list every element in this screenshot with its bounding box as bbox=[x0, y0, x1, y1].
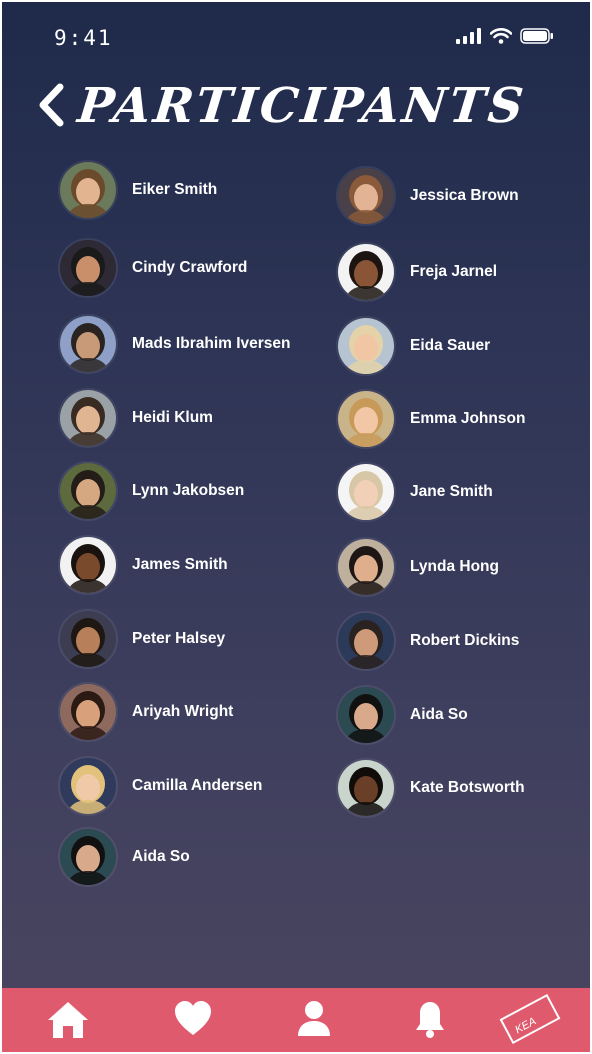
profile-icon[interactable] bbox=[296, 1000, 332, 1038]
participant-name: Robert Dickins bbox=[410, 632, 520, 649]
participant-item[interactable]: Ariyah Wright bbox=[58, 682, 233, 742]
participant-item[interactable]: Aida So bbox=[336, 685, 468, 745]
participant-name: Heidi Klum bbox=[132, 409, 213, 426]
page-title: PARTICIPANTS bbox=[75, 78, 529, 134]
avatar bbox=[58, 535, 118, 595]
participant-item[interactable]: James Smith bbox=[58, 535, 228, 595]
participant-item[interactable]: Robert Dickins bbox=[336, 611, 519, 671]
participant-name: Peter Halsey bbox=[132, 630, 226, 647]
kea-ticket-icon[interactable]: KEA bbox=[498, 994, 562, 1044]
avatar bbox=[58, 756, 118, 816]
bell-icon[interactable] bbox=[414, 1000, 446, 1040]
wifi-icon bbox=[490, 28, 512, 44]
participant-name: Jane Smith bbox=[410, 483, 493, 500]
battery-icon bbox=[520, 28, 553, 44]
participant-item[interactable]: Cindy Crawford bbox=[58, 238, 247, 298]
kea-ticket-label: KEA bbox=[513, 1015, 538, 1036]
participant-name: Kate Botsworth bbox=[410, 779, 525, 796]
heart-icon[interactable] bbox=[174, 1000, 212, 1038]
status-time: 9:41 bbox=[54, 26, 113, 50]
avatar bbox=[336, 166, 396, 226]
participant-name: Eiker Smith bbox=[132, 181, 218, 198]
avatar bbox=[336, 462, 396, 522]
back-chevron-icon[interactable] bbox=[34, 82, 68, 128]
participant-item[interactable]: Emma Johnson bbox=[336, 389, 525, 449]
avatar bbox=[58, 314, 118, 374]
avatar bbox=[336, 758, 396, 818]
avatar bbox=[336, 316, 396, 376]
participant-name: Jessica Brown bbox=[410, 187, 519, 204]
avatar bbox=[58, 388, 118, 448]
participant-item[interactable]: Eida Sauer bbox=[336, 316, 490, 376]
participant-name: Aida So bbox=[132, 848, 190, 865]
signal-icon bbox=[456, 28, 481, 44]
participant-item[interactable]: Camilla Andersen bbox=[58, 756, 262, 816]
status-bar: 9:41 bbox=[2, 2, 590, 62]
avatar bbox=[58, 827, 118, 887]
avatar bbox=[58, 238, 118, 298]
participant-item[interactable]: Heidi Klum bbox=[58, 388, 213, 448]
avatar bbox=[336, 242, 396, 302]
status-icons bbox=[456, 28, 554, 44]
participant-name: Cindy Crawford bbox=[132, 259, 248, 276]
avatar bbox=[58, 682, 118, 742]
participant-name: Freja Jarnel bbox=[410, 263, 498, 280]
participant-name: Eida Sauer bbox=[410, 337, 491, 354]
participant-name: Mads Ibrahim Iversen bbox=[132, 335, 291, 352]
participant-name: Lynn Jakobsen bbox=[132, 482, 245, 499]
participant-name: Lynda Hong bbox=[410, 558, 499, 575]
tab-bar: KEA bbox=[2, 988, 590, 1052]
participant-item[interactable]: Freja Jarnel bbox=[336, 242, 497, 302]
participant-item[interactable]: Lynn Jakobsen bbox=[58, 461, 244, 521]
participant-item[interactable]: Kate Botsworth bbox=[336, 758, 525, 818]
avatar bbox=[336, 685, 396, 745]
participant-item[interactable]: Aida So bbox=[58, 827, 190, 887]
avatar bbox=[58, 609, 118, 669]
participant-name: Aida So bbox=[410, 706, 468, 723]
participants-screen: 9:41 PARTICIPANTS Eiker Smith Cindy Craw… bbox=[2, 2, 590, 1052]
participant-item[interactable]: Lynda Hong bbox=[336, 537, 499, 597]
avatar bbox=[336, 537, 396, 597]
participant-name: Ariyah Wright bbox=[132, 703, 234, 720]
participant-name: Emma Johnson bbox=[410, 410, 526, 427]
header: PARTICIPANTS bbox=[2, 72, 590, 142]
avatar bbox=[336, 611, 396, 671]
participant-name: Camilla Andersen bbox=[132, 777, 263, 794]
home-icon[interactable] bbox=[46, 1000, 90, 1040]
participant-item[interactable]: Mads Ibrahim Iversen bbox=[58, 314, 291, 374]
avatar bbox=[58, 160, 118, 220]
participant-item[interactable]: Peter Halsey bbox=[58, 609, 225, 669]
participant-item[interactable]: Jane Smith bbox=[336, 462, 493, 522]
participant-name: James Smith bbox=[132, 556, 228, 573]
participant-item[interactable]: Jessica Brown bbox=[336, 166, 519, 226]
avatar bbox=[58, 461, 118, 521]
avatar bbox=[336, 389, 396, 449]
participant-item[interactable]: Eiker Smith bbox=[58, 160, 217, 220]
